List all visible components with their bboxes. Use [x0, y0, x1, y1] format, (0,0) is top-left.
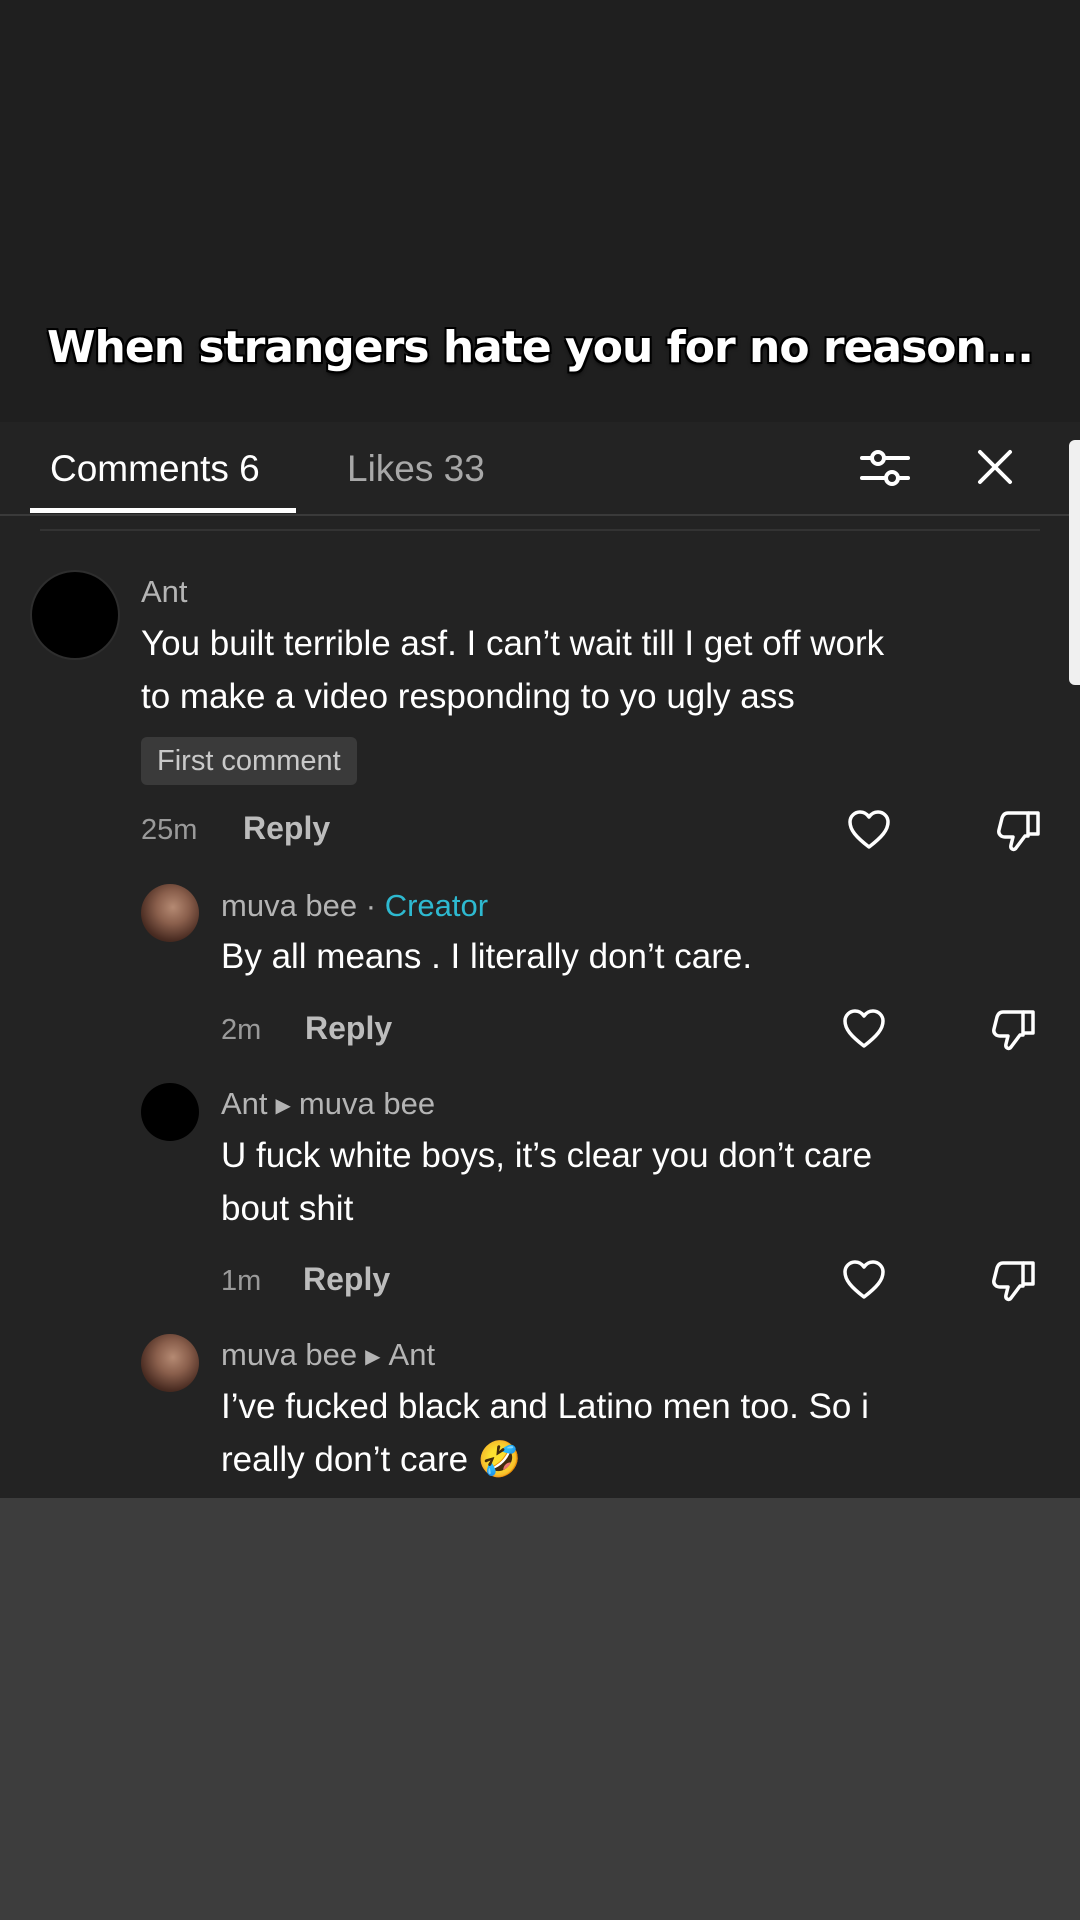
video-caption: When strangers hate you for no reason... — [47, 322, 1034, 373]
reply-button[interactable]: Reply — [243, 810, 330, 847]
heart-icon[interactable] — [841, 1006, 887, 1052]
comment-text: really don’t care 🤣 — [221, 1440, 522, 1479]
comment-text: You built terrible asf. I can’t wait til… — [141, 624, 885, 663]
active-tab-indicator — [30, 508, 296, 513]
close-icon — [978, 450, 1012, 484]
separator: · — [357, 888, 385, 923]
comment-username[interactable]: muva bee — [221, 1337, 357, 1372]
comment-text: I’ve fucked black and Latino men too. So… — [221, 1387, 869, 1426]
reply-arrow-icon: ▶ — [365, 1346, 381, 1369]
avatar[interactable] — [30, 570, 120, 660]
sliders-icon — [860, 450, 910, 486]
heart-icon[interactable] — [841, 1257, 887, 1303]
reply-to-username[interactable]: Ant — [389, 1337, 436, 1372]
comment-username[interactable]: Ant — [221, 1086, 268, 1121]
tab-bar: Comments 6 Likes 33 — [0, 422, 1080, 516]
thumbs-down-icon[interactable] — [991, 1257, 1037, 1303]
first-comment-badge: First comment — [141, 737, 357, 785]
comment-username-line: Ant ▶ muva bee — [221, 1086, 435, 1122]
heart-icon[interactable] — [846, 807, 892, 853]
video-background — [0, 1498, 1080, 1920]
avatar[interactable] — [141, 1083, 199, 1141]
reply-arrow-icon: ▶ — [275, 1095, 291, 1118]
reply-button[interactable]: Reply — [305, 1010, 392, 1047]
comments-panel: Comments 6 Likes 33 Ant You built terrib… — [0, 422, 1080, 1498]
comment-username[interactable]: muva bee — [221, 888, 357, 923]
thumbs-down-icon[interactable] — [991, 1006, 1037, 1052]
avatar[interactable] — [141, 884, 199, 942]
comment-username-line: muva bee · Creator — [221, 888, 488, 924]
comment-username[interactable]: Ant — [141, 574, 188, 610]
video-area: When strangers hate you for no reason... — [0, 0, 1080, 422]
comment-text: U fuck white boys, it’s clear you don’t … — [221, 1136, 873, 1175]
thumbs-down-icon[interactable] — [996, 807, 1042, 853]
reply-button[interactable]: Reply — [303, 1261, 390, 1298]
avatar[interactable] — [141, 1334, 199, 1392]
tab-likes[interactable]: Likes 33 — [347, 434, 485, 504]
comment-time: 2m — [221, 1014, 262, 1046]
comment-text: By all means . I literally don’t care. — [221, 937, 753, 976]
scrollbar[interactable] — [1069, 440, 1080, 685]
comment-time: 1m — [221, 1265, 262, 1297]
creator-label: Creator — [384, 888, 489, 923]
comment-text: bout shit — [221, 1189, 354, 1228]
divider — [40, 529, 1040, 531]
tab-comments[interactable]: Comments 6 — [50, 434, 260, 504]
filter-button[interactable] — [858, 434, 912, 502]
comment-text: to make a video responding to yo ugly as… — [141, 677, 795, 716]
reply-to-username[interactable]: muva bee — [299, 1086, 435, 1121]
close-button[interactable] — [970, 434, 1020, 502]
comment-username-line: muva bee ▶ Ant — [221, 1337, 435, 1373]
comment-time: 25m — [141, 814, 198, 846]
